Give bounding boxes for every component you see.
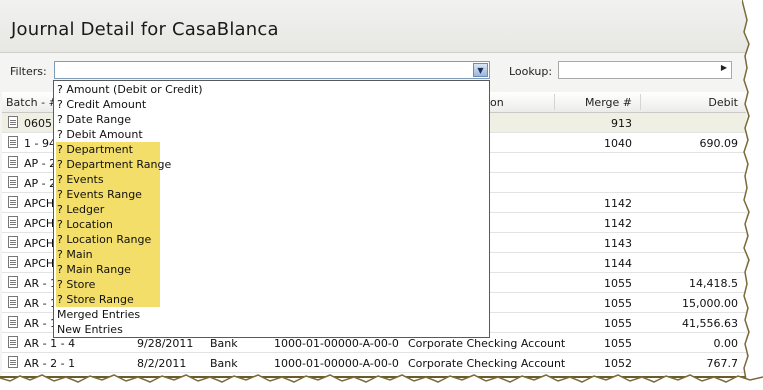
document-icon — [8, 216, 18, 228]
document-icon — [8, 176, 18, 188]
dropdown-option[interactable]: ? Credit Amount — [56, 97, 146, 112]
filters-select[interactable]: ▼ — [54, 61, 490, 79]
dropdown-option[interactable]: ? Department Range — [56, 157, 171, 172]
dropdown-option[interactable]: New Entries — [56, 322, 123, 337]
chevron-right-icon[interactable]: ▶ — [721, 63, 727, 72]
cell-merge-number: 1143 — [604, 237, 632, 250]
column-divider[interactable] — [640, 94, 641, 110]
dropdown-option[interactable]: ? Location — [56, 217, 160, 232]
dropdown-option[interactable]: ? Main — [56, 247, 160, 262]
lookup-label: Lookup: — [509, 65, 553, 78]
document-icon — [8, 116, 18, 128]
lookup-input[interactable]: ▶ — [558, 61, 732, 79]
table-row[interactable]: AR - 2 - 1 8/2/2011 Bank 1000-01-00000-A-00… — [2, 353, 746, 373]
column-header-account[interactable]: on — [490, 96, 504, 109]
torn-edge-bottom — [0, 374, 763, 390]
column-header-debit[interactable]: Debit — [642, 96, 738, 109]
document-icon — [8, 356, 18, 368]
column-header-batch[interactable]: Batch - # — [6, 96, 58, 109]
cell-merge-number: 1055 — [604, 337, 632, 350]
cell-merge-number: 1142 — [604, 217, 632, 230]
cell-account-number: 1000-01-00000-A-00-0 — [274, 337, 399, 350]
cell-merge-number: 1055 — [604, 297, 632, 310]
cell-date: 8/2/2011 — [137, 357, 187, 370]
journal-detail-window: Journal Detail for CasaBlanca Filters: ▼… — [0, 0, 750, 378]
cell-account-description: Corporate Checking Account — [408, 357, 566, 370]
cell-merge-number: 1040 — [604, 137, 632, 150]
title-bar: Journal Detail for CasaBlanca — [0, 0, 748, 53]
document-icon — [8, 316, 18, 328]
dropdown-option[interactable]: ? Department — [56, 142, 160, 157]
cell-batch: AR - 2 - 1 — [24, 357, 76, 370]
dropdown-option[interactable]: ? Date Range — [56, 112, 131, 127]
torn-edge-right — [742, 0, 763, 390]
cell-batch: AP - 2 — [24, 177, 57, 190]
cell-debit: 14,418.5 — [689, 277, 738, 290]
dropdown-option[interactable]: ? Debit Amount — [56, 127, 143, 142]
cell-debit: 0.00 — [713, 337, 739, 350]
document-icon — [8, 156, 18, 168]
cell-batch: 1 - 94 — [24, 137, 56, 150]
cell-debit: 767.7 — [706, 357, 739, 370]
dropdown-option[interactable]: ? Amount (Debit or Credit) — [56, 82, 203, 97]
document-icon — [8, 336, 18, 348]
cell-merge-number: 1142 — [604, 197, 632, 210]
cell-debit: 41,556.63 — [682, 317, 738, 330]
column-header-merge[interactable]: Merge # — [562, 96, 632, 109]
cell-debit: 690.09 — [699, 137, 739, 150]
cell-merge-number: 1144 — [604, 257, 632, 270]
dropdown-option[interactable]: ? Store — [56, 277, 160, 292]
cell-type: Bank — [210, 337, 238, 350]
cell-merge-number: 1052 — [604, 357, 632, 370]
page-title: Journal Detail for CasaBlanca — [11, 19, 279, 40]
dropdown-option[interactable]: ? Events — [56, 172, 160, 187]
cell-type: Bank — [210, 357, 238, 370]
document-icon — [8, 276, 18, 288]
cell-date: 9/28/2011 — [137, 337, 194, 350]
dropdown-option[interactable]: ? Events Range — [56, 187, 160, 202]
filters-label: Filters: — [10, 65, 47, 78]
document-icon — [8, 196, 18, 208]
cell-account-description: Corporate Checking Account — [408, 337, 566, 350]
document-icon — [8, 256, 18, 268]
dropdown-option[interactable]: Merged Entries — [56, 307, 140, 322]
dropdown-option[interactable]: ? Ledger — [56, 202, 160, 217]
filters-dropdown-list[interactable]: ? Amount (Debit or Credit)? Credit Amoun… — [53, 80, 490, 338]
document-icon — [8, 236, 18, 248]
cell-account-number: 1000-01-00000-A-00-0 — [274, 357, 399, 370]
cell-debit: 15,000.00 — [682, 297, 738, 310]
cell-batch: AP - 2 — [24, 157, 57, 170]
dropdown-option[interactable]: ? Store Range — [56, 292, 160, 307]
dropdown-option[interactable]: ? Location Range — [56, 232, 160, 247]
cell-batch: AR - 1 - 4 — [24, 337, 76, 350]
cell-merge-number: 913 — [611, 117, 632, 130]
document-icon — [8, 136, 18, 148]
cell-merge-number: 1055 — [604, 317, 632, 330]
cell-merge-number: 1055 — [604, 277, 632, 290]
chevron-down-icon[interactable]: ▼ — [473, 63, 488, 77]
document-icon — [8, 296, 18, 308]
column-divider[interactable] — [554, 94, 555, 110]
dropdown-option[interactable]: ? Main Range — [56, 262, 160, 277]
